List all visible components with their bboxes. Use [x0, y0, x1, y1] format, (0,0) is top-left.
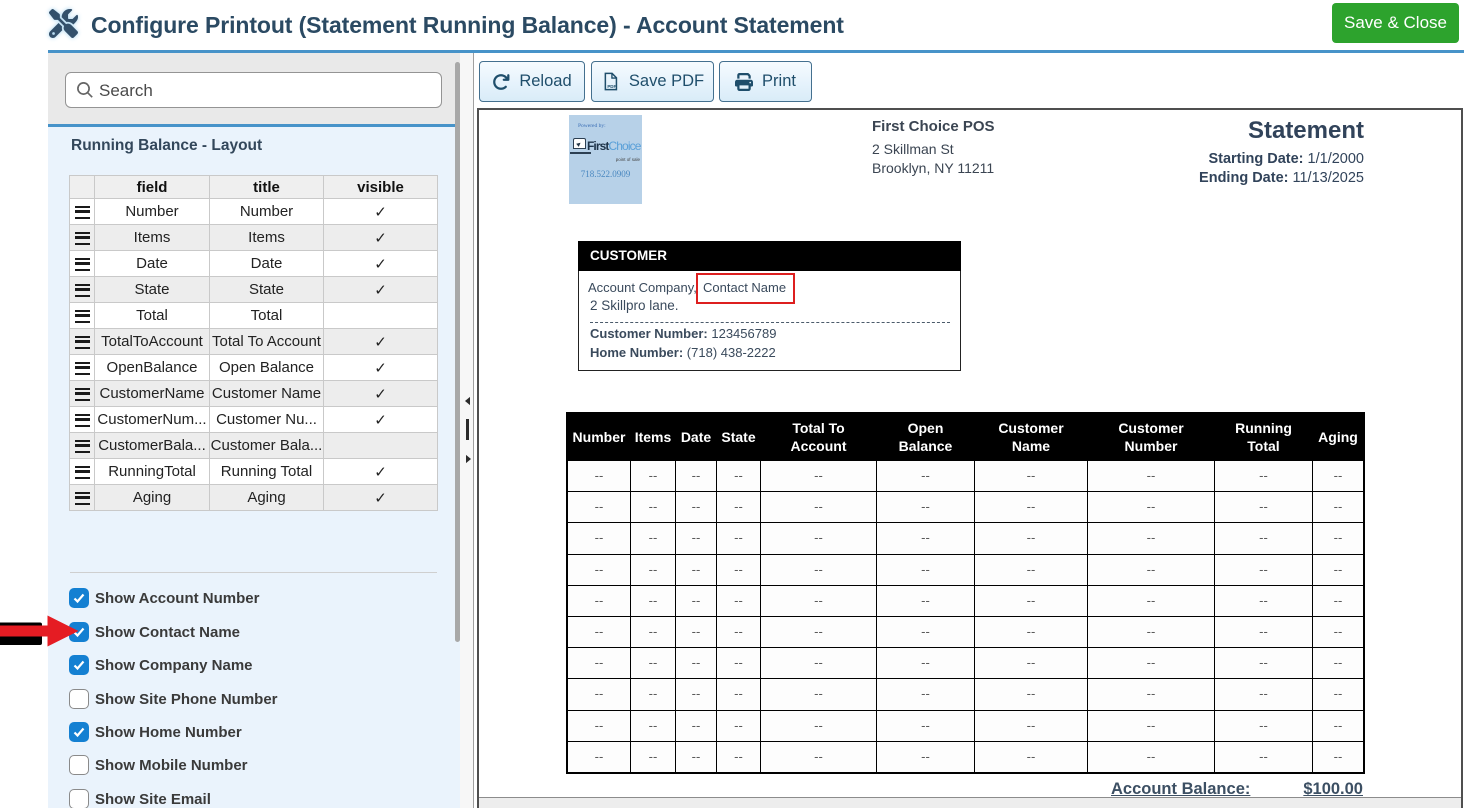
svg-text:PDF: PDF — [607, 84, 616, 89]
